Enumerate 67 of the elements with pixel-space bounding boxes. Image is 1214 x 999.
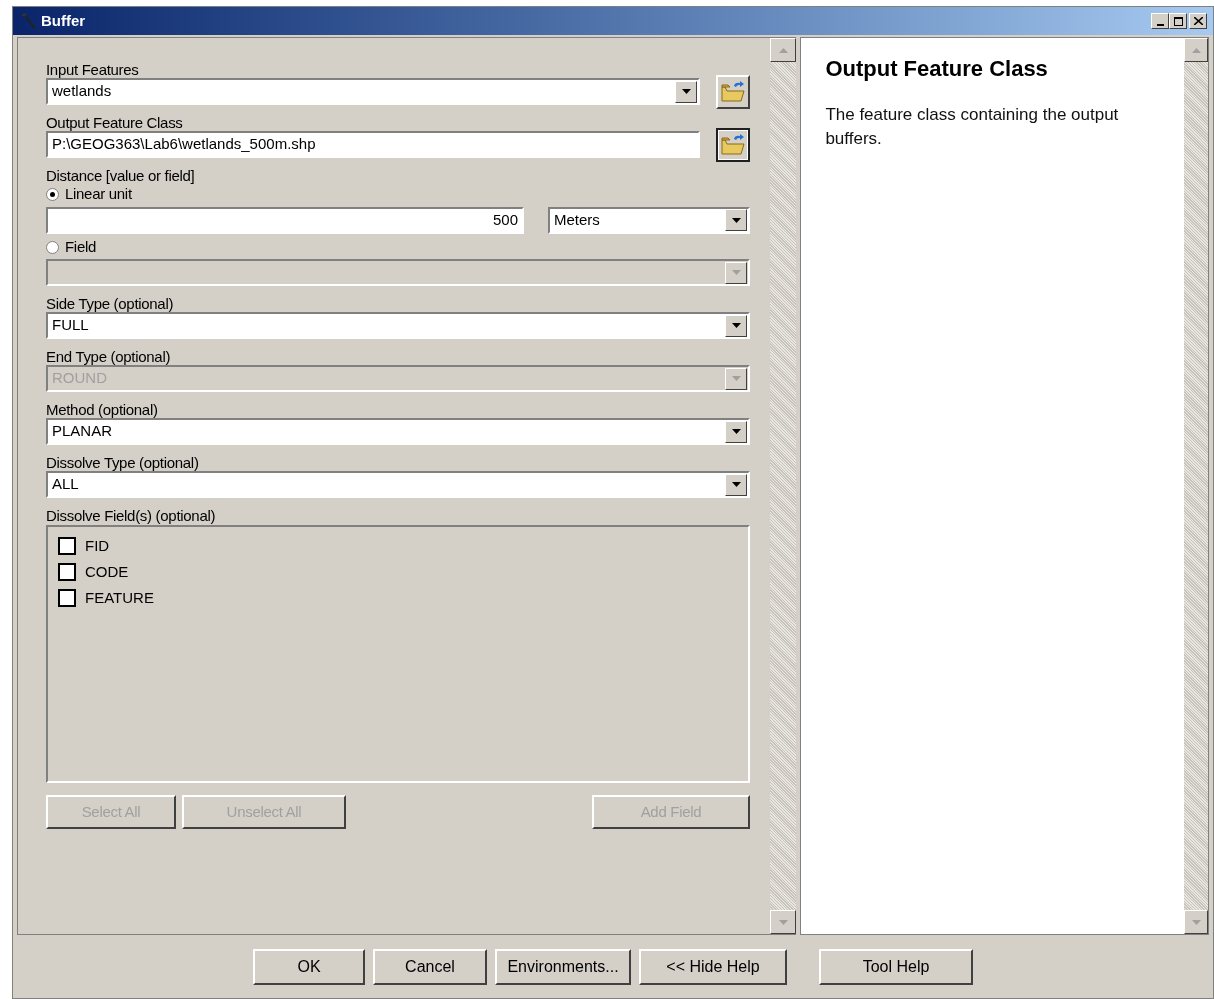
checkbox-label: FEATURE: [85, 587, 154, 608]
scrollbar[interactable]: [770, 38, 797, 934]
text-field[interactable]: 500: [46, 206, 524, 234]
dropdown-arrow-button[interactable]: [725, 261, 747, 284]
checkbox-label: FID: [85, 535, 110, 556]
folder-icon: [721, 133, 745, 156]
down-arrow-icon: [1191, 919, 1201, 925]
close-button[interactable]: [1189, 13, 1207, 29]
radio-label: Linear unit: [65, 184, 132, 205]
minimize-button[interactable]: [1151, 13, 1169, 29]
environments-button[interactable]: Environments...: [495, 949, 631, 985]
down-arrow-icon: [778, 919, 788, 925]
maximize-button[interactable]: [1169, 13, 1187, 29]
radio-button[interactable]: [46, 188, 59, 201]
folder-icon: [721, 80, 745, 103]
dropdown-arrow-button[interactable]: [675, 80, 697, 103]
up-arrow-icon: [1191, 47, 1201, 53]
hammer-icon: [19, 12, 37, 30]
field-label: Dissolve Type (optional): [46, 453, 200, 472]
down-arrow-icon: [731, 217, 741, 223]
window-title: Buffer: [41, 10, 86, 31]
scrollbar[interactable]: [1184, 38, 1208, 934]
field-label: Distance [value or field]: [46, 166, 196, 185]
maximize-icon: [1173, 16, 1183, 26]
field-label: Side Type (optional): [46, 294, 175, 313]
minimize-icon: [1156, 23, 1164, 26]
down-arrow-icon: [731, 376, 741, 381]
radio-label: Field: [65, 237, 96, 258]
help-title: Output Feature Class: [825, 55, 1049, 83]
ok-button[interactable]: OK: [253, 949, 365, 985]
hide-help-button[interactable]: << Hide Help: [639, 949, 787, 985]
dropdown-field[interactable]: ALL: [46, 471, 750, 498]
checkbox-label: CODE: [85, 561, 129, 582]
radio-button[interactable]: [46, 241, 59, 254]
close-icon: [1193, 17, 1203, 25]
field-label: Output Feature Class: [46, 113, 184, 132]
browse-button[interactable]: [716, 127, 750, 162]
field-label: Input Features: [46, 60, 140, 79]
down-arrow-icon: [731, 429, 741, 434]
dropdown-field[interactable]: Meters: [548, 206, 750, 234]
field-label: End Type (optional): [46, 347, 172, 366]
checkbox[interactable]: [58, 589, 76, 607]
down-arrow-icon: [731, 482, 741, 487]
cancel-button[interactable]: Cancel: [373, 949, 487, 985]
dropdown-field[interactable]: FULL: [46, 312, 750, 339]
dropdown-field[interactable]: wetlands: [46, 78, 700, 105]
checkbox[interactable]: [58, 537, 76, 555]
up-arrow-icon: [778, 47, 788, 53]
dropdown-arrow-button[interactable]: [725, 473, 747, 496]
down-arrow-icon: [681, 89, 691, 94]
tool-help-button[interactable]: Tool Help: [819, 949, 973, 985]
dropdown-field[interactable]: PLANAR: [46, 418, 750, 445]
dropdown-field[interactable]: [46, 259, 750, 286]
dropdown-arrow-button[interactable]: [725, 209, 747, 231]
dropdown-arrow-button[interactable]: [725, 420, 747, 443]
down-arrow-icon: [731, 270, 741, 275]
field-label: Dissolve Field(s) (optional): [46, 506, 217, 525]
dropdown-arrow-button[interactable]: [725, 314, 747, 337]
scroll-up-button[interactable]: [1184, 38, 1208, 62]
scroll-down-button[interactable]: [770, 910, 797, 934]
field-label: Method (optional): [46, 400, 159, 419]
text-field[interactable]: P:\GEOG363\Lab6\wetlands_500m.shp: [46, 131, 700, 158]
scroll-up-button[interactable]: [770, 38, 797, 62]
down-arrow-icon: [731, 323, 741, 328]
checkbox[interactable]: [58, 563, 76, 581]
scroll-down-button[interactable]: [1184, 910, 1208, 934]
help-text: The feature class containing the output buffers.: [825, 104, 1120, 150]
